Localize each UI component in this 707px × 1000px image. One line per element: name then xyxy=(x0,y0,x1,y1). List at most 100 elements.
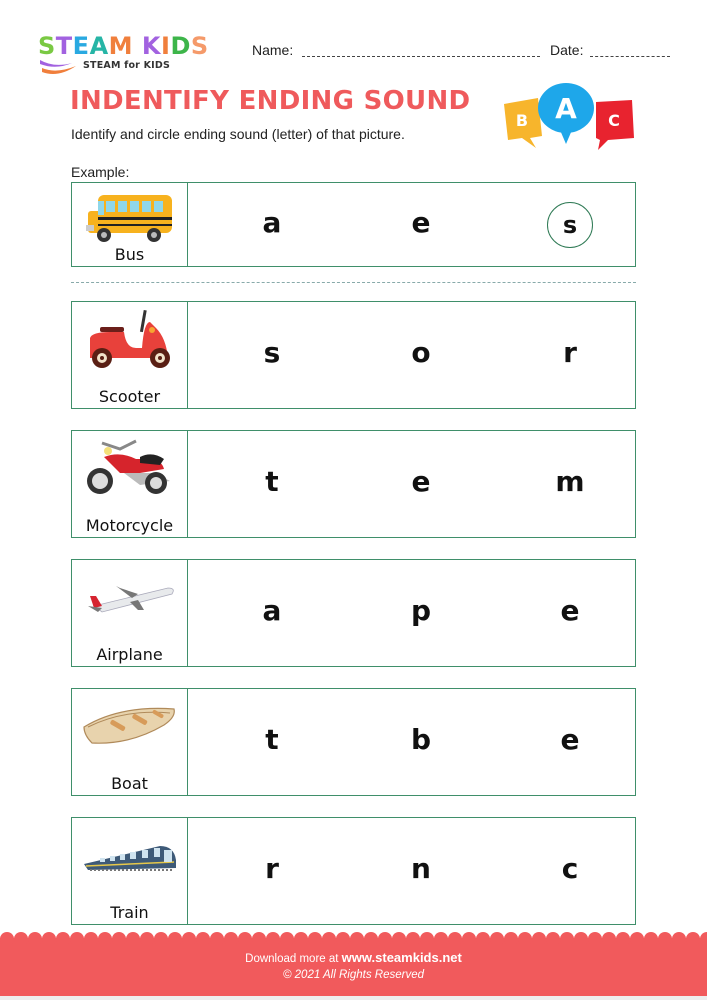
scallop-bump xyxy=(182,932,196,944)
scallop-bump xyxy=(238,932,252,944)
scallop-bump xyxy=(546,932,560,944)
scallop-bump xyxy=(196,932,210,944)
example-label: Example: xyxy=(71,164,130,180)
option-letter[interactable]: a xyxy=(263,205,282,238)
train-icon xyxy=(84,846,176,871)
steam-kids-logo: STEAM KIDS STEAM for KIDS xyxy=(38,32,238,76)
scallop-bump xyxy=(672,932,686,944)
scallop-bump xyxy=(140,932,154,944)
picture-cell: Boat xyxy=(72,689,188,795)
scallop-bump xyxy=(42,932,56,944)
scallop-bump xyxy=(588,932,602,944)
scallop-bump xyxy=(98,932,112,944)
scallop-bump xyxy=(518,932,532,944)
options-cell: r n c xyxy=(188,818,635,924)
picture-cell: Motorcycle xyxy=(72,431,188,537)
scallop-bump xyxy=(56,932,70,944)
footer-bottom-strip xyxy=(0,996,707,1000)
options-cell: a p e xyxy=(188,560,635,666)
motorcycle-icon xyxy=(87,439,170,494)
scallop-bump xyxy=(210,932,224,944)
option-letter[interactable]: e xyxy=(412,465,431,498)
picture-cell: Scooter xyxy=(72,302,188,408)
logo-letter: T xyxy=(55,32,73,60)
scallop-bump xyxy=(350,932,364,944)
option-letter[interactable]: a xyxy=(263,594,282,627)
name-label: Name: xyxy=(252,42,294,58)
scallop-bump xyxy=(560,932,574,944)
logo-letter: S xyxy=(190,32,209,60)
scallop-bump xyxy=(434,932,448,944)
footer: Download more at www.steamkids.net © 202… xyxy=(0,932,707,1000)
scallop-bump xyxy=(224,932,238,944)
option-letter[interactable]: n xyxy=(411,852,431,885)
scallop-bump xyxy=(322,932,336,944)
option-letter[interactable]: r xyxy=(563,336,577,369)
scallop-bump xyxy=(574,932,588,944)
scallop-bump xyxy=(476,932,490,944)
date-field[interactable] xyxy=(590,56,670,57)
scallop-bump xyxy=(112,932,126,944)
scallop-bump xyxy=(378,932,392,944)
footer-download: Download more at www.steamkids.net xyxy=(0,950,707,965)
picture-cell: Airplane xyxy=(72,560,188,666)
badge-letter-b: B xyxy=(516,111,528,130)
option-letter[interactable]: o xyxy=(411,336,430,369)
scallop-bump xyxy=(168,932,182,944)
name-field[interactable] xyxy=(302,56,540,57)
scallop-bump xyxy=(0,932,14,944)
logo-wordmark: STEAM KIDS xyxy=(38,32,209,60)
scallop-bump xyxy=(14,932,28,944)
airplane-icon xyxy=(88,586,174,613)
bus-icon xyxy=(86,195,172,242)
logo-swoosh-icon xyxy=(40,60,76,74)
option-letter[interactable]: c xyxy=(562,852,579,885)
logo-letter: A xyxy=(89,32,109,60)
scallop-bump xyxy=(308,932,322,944)
scallop-bump xyxy=(644,932,658,944)
option-letter[interactable]: b xyxy=(411,723,431,756)
option-letter[interactable]: e xyxy=(561,594,580,627)
option-letter[interactable]: e xyxy=(412,205,431,238)
scallop-bump xyxy=(252,932,266,944)
scooter-icon xyxy=(90,309,170,368)
option-letter[interactable]: m xyxy=(555,465,584,498)
date-label: Date: xyxy=(550,42,584,58)
question-row: Boat t b e xyxy=(71,688,636,796)
badge-letter-a: A xyxy=(555,92,577,125)
picture-label: Scooter xyxy=(98,387,161,406)
scallop-bump xyxy=(686,932,700,944)
website-link[interactable]: www.steamkids.net xyxy=(342,950,462,965)
example-row: Bus a e s xyxy=(71,182,636,267)
circled-option-letter[interactable]: s xyxy=(547,201,593,248)
options-cell: s o r xyxy=(188,302,635,408)
option-letter[interactable]: r xyxy=(265,852,279,885)
picture-cell: Bus xyxy=(72,183,188,266)
option-letter[interactable]: e xyxy=(561,723,580,756)
option-letter[interactable]: s xyxy=(264,336,281,369)
scallop-bump xyxy=(658,932,672,944)
option-letter[interactable]: p xyxy=(411,594,431,627)
scallop-bump xyxy=(266,932,280,944)
picture-label: Airplane xyxy=(96,645,163,664)
option-letter[interactable]: t xyxy=(265,723,278,756)
scallop-bump xyxy=(336,932,350,944)
scallop-bump xyxy=(420,932,434,944)
question-row: Scooter s o r xyxy=(71,301,636,409)
logo-letter xyxy=(133,32,142,60)
option-letter[interactable]: t xyxy=(265,465,278,498)
scallop-bump xyxy=(28,932,42,944)
picture-cell: Train xyxy=(72,818,188,924)
scallop-bump xyxy=(406,932,420,944)
picture-label: Motorcycle xyxy=(85,516,174,535)
logo-letter: E xyxy=(72,32,90,60)
worksheet-instructions: Identify and circle ending sound (letter… xyxy=(71,126,405,142)
logo-tagline: STEAM for KIDS xyxy=(83,60,171,71)
picture-label: Train xyxy=(110,903,149,922)
scallop-bump xyxy=(154,932,168,944)
scallop-border xyxy=(0,932,707,944)
badge-letter-c: C xyxy=(608,111,620,130)
logo-letter: S xyxy=(38,32,56,60)
scallop-bump xyxy=(448,932,462,944)
scallop-bump xyxy=(504,932,518,944)
